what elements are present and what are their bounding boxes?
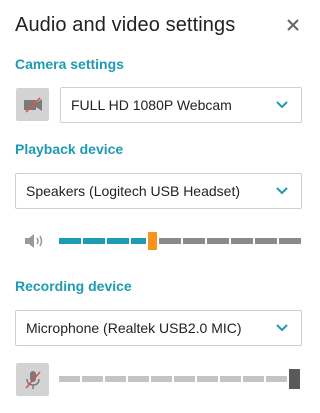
volume-segment [183,238,205,244]
volume-segment [107,238,129,244]
level-segment [174,376,195,382]
level-segment [197,376,218,382]
mic-off-icon [24,370,41,389]
playback-select-value: Speakers (Logitech USB Headset) [26,183,240,199]
camera-select[interactable]: FULL HD 1080P Webcam [60,87,302,123]
recording-level-slider[interactable] [59,369,300,389]
level-segment [128,376,149,382]
volume-segment [279,238,301,244]
recording-select[interactable]: Microphone (Realtek USB2.0 MIC) [15,310,302,346]
volume-segment [255,238,277,244]
volume-segment [59,238,81,244]
dialog-title: Audio and video settings [15,14,236,36]
level-segment [59,376,80,382]
camera-toggle-button[interactable] [16,88,49,121]
playback-select[interactable]: Speakers (Logitech USB Headset) [15,173,302,209]
volume-segment [231,238,253,244]
mic-toggle-button[interactable] [16,363,49,396]
volume-slider-handle[interactable] [148,232,157,250]
camera-select-value: FULL HD 1080P Webcam [71,97,232,113]
playback-volume-slider[interactable] [59,232,301,250]
chevron-down-icon [276,324,288,332]
volume-segment [159,238,181,244]
speaker-button[interactable] [23,233,45,254]
recording-device-label: Recording device [15,278,132,294]
level-segment [82,376,103,382]
level-segment [243,376,264,382]
volume-segment [207,238,229,244]
level-slider-handle[interactable] [289,369,300,389]
volume-segment [131,238,146,244]
level-segment [266,376,287,382]
close-button[interactable] [282,14,304,36]
level-segment [151,376,172,382]
speaker-icon [25,234,43,248]
level-segment [105,376,126,382]
level-segment [220,376,241,382]
camera-settings-label: Camera settings [15,56,124,72]
chevron-down-icon [276,101,288,109]
recording-select-value: Microphone (Realtek USB2.0 MIC) [26,320,242,336]
camera-off-icon [23,96,42,113]
volume-segment [83,238,105,244]
close-icon [287,19,299,31]
chevron-down-icon [276,187,288,195]
playback-device-label: Playback device [15,141,124,157]
